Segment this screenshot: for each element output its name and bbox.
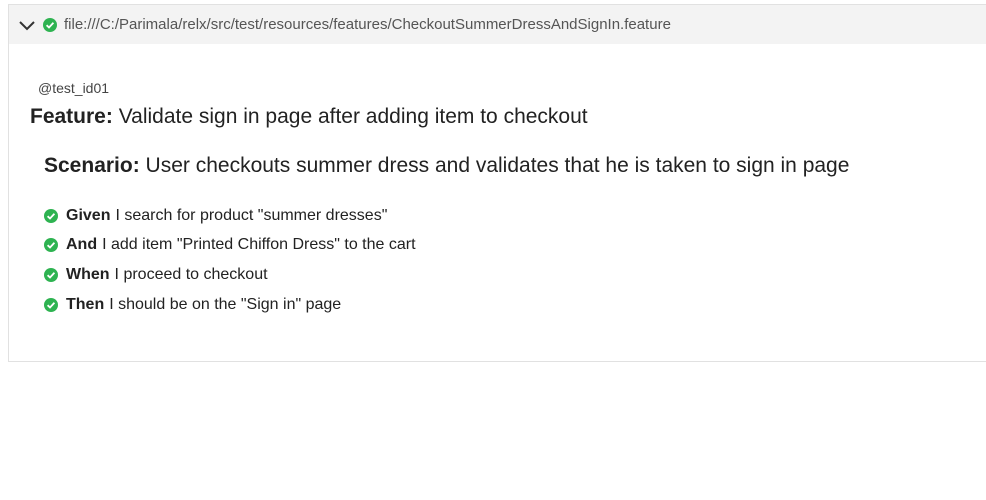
step-keyword: Given [66,206,111,224]
step-text: I add item "Printed Chiffon Dress" to th… [102,236,416,254]
step-text: I proceed to checkout [114,265,268,283]
feature-heading: Feature: Validate sign in page after add… [30,105,588,129]
check-circle-icon [44,238,58,253]
check-circle-icon [43,18,57,32]
check-circle-icon [44,208,58,223]
step-item: Given I search for product "summer dress… [44,201,416,231]
scenario-title: User checkouts summer dress and validate… [145,154,850,177]
feature-panel-header[interactable]: file:///C:/Parimala/relx/src/test/resour… [9,5,986,44]
step-text: I should be on the "Sign in" page [109,295,342,313]
feature-file-path[interactable]: file:///C:/Parimala/relx/src/test/resour… [64,16,671,33]
step-list: Given I search for product "summer dress… [44,201,416,319]
step-item: And I add item "Printed Chiffon Dress" t… [44,231,416,261]
feature-keyword: Feature: [30,105,113,128]
step-item: When I proceed to checkout [44,260,416,290]
chevron-down-icon[interactable] [18,18,36,32]
feature-title: Validate sign in page after adding item … [118,105,588,128]
step-keyword: Then [66,295,105,313]
scenario-keyword: Scenario: [44,154,140,177]
step-item: Then I should be on the "Sign in" page [44,290,416,320]
step-text: I search for product "summer dresses" [115,206,388,224]
step-keyword: And [66,236,98,254]
scenario-heading: Scenario: User checkouts summer dress an… [44,154,849,178]
feature-panel: file:///C:/Parimala/relx/src/test/resour… [8,4,986,362]
check-circle-icon [44,267,58,282]
step-keyword: When [66,265,110,283]
feature-tag: @test_id01 [38,80,110,96]
check-circle-icon [44,297,58,312]
